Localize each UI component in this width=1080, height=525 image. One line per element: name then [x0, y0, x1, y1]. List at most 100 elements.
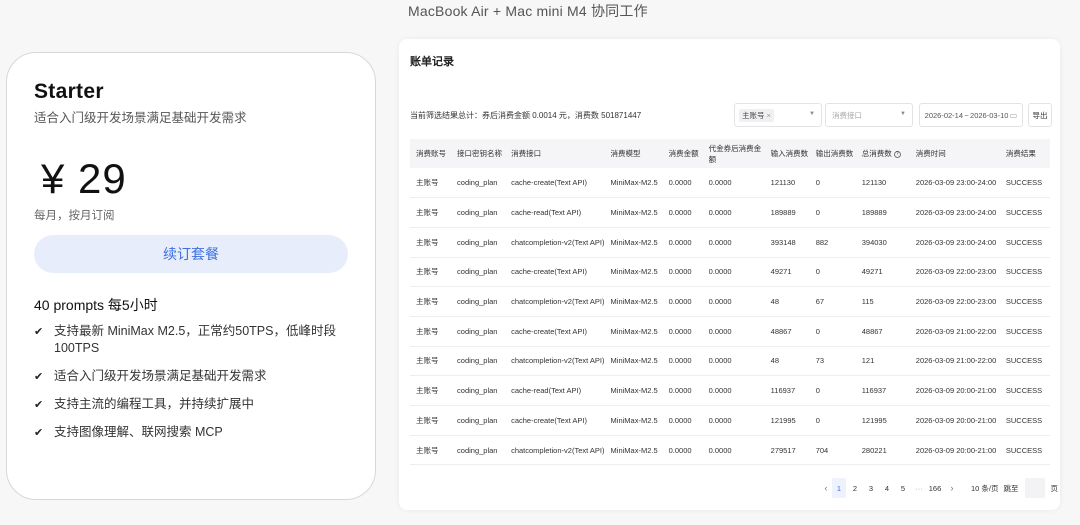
table-cell: 704 — [809, 435, 856, 466]
table-cell: 2026-03-09 23:00-24:00 — [909, 168, 1000, 199]
table-row: 主账号 coding_plan chatcompletion-v2(Text API… — [410, 286, 1050, 317]
table-cell: 280221 — [855, 435, 910, 466]
column-header-label: 代金券后消费金额 — [708, 143, 762, 164]
table-cell: 0 — [809, 168, 856, 199]
table-cell: cache-create(Text API) — [505, 405, 605, 436]
table-cell: MiniMax-M2.5 — [604, 435, 663, 466]
column-header: 消费模型 — [604, 139, 663, 168]
column-header-label: 消费结果 — [1005, 149, 1036, 158]
column-header: 输出消费数 — [809, 139, 856, 168]
table-cell: 0 — [809, 316, 856, 347]
table-cell: 2026-03-09 23:00-24:00 — [909, 197, 1000, 228]
table-cell: coding_plan — [451, 375, 506, 406]
date-end: 2026-03-10 — [970, 110, 1009, 120]
table-cell: 393148 — [764, 227, 810, 258]
table-cell: SUCCESS — [999, 375, 1050, 406]
table-cell: 0.0000 — [662, 375, 703, 406]
table-cell: 48867 — [855, 316, 910, 347]
column-header-label: 消费金额 — [668, 149, 699, 158]
table-cell: 279517 — [764, 435, 810, 466]
table-cell: coding_plan — [451, 257, 506, 288]
export-button[interactable]: 导出 — [1028, 103, 1052, 127]
feature-text: 适合入门级开发场景满足基础开发需求 — [54, 369, 267, 383]
table-cell: 0 — [809, 197, 856, 228]
table-cell: 121130 — [764, 168, 810, 199]
pagination: ‹ 1 2 3 4 5 ··· 166 › 10 条/页 跳至 页 — [820, 477, 1058, 499]
billing-summary: 当前筛选结果总计：券后消费金额 0.0014 元，消费数 501871447 — [410, 111, 642, 120]
page-button-2[interactable]: 2 — [848, 478, 862, 498]
table-cell: 主账号 — [410, 286, 452, 317]
table-cell: 0.0000 — [662, 227, 703, 258]
chevron-down-icon: ▼ — [809, 111, 815, 117]
table-cell: 0.0000 — [702, 227, 765, 258]
api-filter[interactable]: 消费接口 ▼ — [825, 103, 913, 127]
date-range-picker[interactable]: 2026-02-14 ~ 2026-03-10 ▭ — [919, 103, 1023, 127]
page-button-1[interactable]: 1 — [832, 478, 846, 498]
table-cell: cache-create(Text API) — [505, 316, 605, 347]
table-row: 主账号 coding_plan cache-create(Text API) Mini… — [410, 316, 1050, 347]
column-header-label: 消费模型 — [610, 149, 641, 158]
table-row: 主账号 coding_plan chatcompletion-v2(Text API… — [410, 346, 1050, 377]
column-header-label: 输出消费数 — [815, 149, 854, 158]
next-page-button[interactable]: › — [946, 483, 958, 493]
page-button-3[interactable]: 3 — [864, 478, 878, 498]
table-cell: SUCCESS — [999, 405, 1050, 436]
table-row: 主账号 coding_plan chatcompletion-v2(Text API… — [410, 227, 1050, 258]
table-cell: SUCCESS — [999, 286, 1050, 317]
table-cell: MiniMax-M2.5 — [604, 346, 663, 377]
table-cell: 189889 — [764, 197, 810, 228]
table-cell: 0.0000 — [702, 405, 765, 436]
table-cell: 49271 — [764, 257, 810, 288]
table-row: 主账号 coding_plan cache-read(Text API) MiniMa… — [410, 375, 1050, 406]
table-cell: MiniMax-M2.5 — [604, 316, 663, 347]
close-icon[interactable]: × — [767, 111, 771, 120]
table-cell: 0.0000 — [702, 286, 765, 317]
renew-plan-button[interactable]: 续订套餐 — [34, 235, 348, 273]
table-cell: 2026-03-09 21:00-22:00 — [909, 346, 1000, 377]
feature-text: 支持主流的编程工具，并持续扩展中 — [54, 397, 255, 411]
plan-price: ¥ 29 — [41, 155, 127, 202]
table-cell: 121130 — [855, 168, 910, 199]
feature-text: 支持最新 MiniMax M2.5，正常约50TPS，低峰时段100TPS — [54, 324, 336, 355]
column-header: 输入消费数 — [764, 139, 810, 168]
table-cell: SUCCESS — [999, 346, 1050, 377]
table-cell: 121995 — [764, 405, 810, 436]
table-cell: 0 — [809, 375, 856, 406]
table-cell: MiniMax-M2.5 — [604, 227, 663, 258]
billing-panel: 账单记录 当前筛选结果总计：券后消费金额 0.0014 元，消费数 501871… — [399, 39, 1060, 510]
check-icon: ✔ — [34, 399, 44, 411]
check-icon: ✔ — [34, 427, 44, 439]
chevron-down-icon: ▼ — [900, 111, 906, 117]
jump-page-input[interactable] — [1024, 478, 1045, 498]
account-filter[interactable]: 主账号 × ▼ — [734, 103, 822, 127]
table-cell: coding_plan — [451, 435, 506, 466]
table-header-row: 消费账号 接口密钥名称 消费接口 消费模型 消费金额 代金券后消费金额 输入消费数 输出消费数… — [410, 139, 1050, 168]
table-cell: 116937 — [855, 375, 910, 406]
table-cell: coding_plan — [451, 227, 506, 258]
table-cell: 2026-03-09 20:00-21:00 — [909, 435, 1000, 466]
table-cell: MiniMax-M2.5 — [604, 257, 663, 288]
table-cell: 0.0000 — [702, 435, 765, 466]
table-cell: 主账号 — [410, 405, 452, 436]
page-size-select[interactable]: 10 条/页 — [968, 478, 1002, 498]
page-button-5[interactable]: 5 — [896, 478, 910, 498]
check-icon: ✔ — [34, 326, 44, 338]
billing-title: 账单记录 — [410, 56, 454, 68]
page-button-4[interactable]: 4 — [880, 478, 894, 498]
page-ellipsis[interactable]: ··· — [912, 484, 926, 493]
page-button-last[interactable]: 166 — [926, 478, 944, 498]
table-cell: 0.0000 — [702, 168, 765, 199]
plan-description: 适合入门级开发场景满足基础开发需求 — [34, 111, 247, 125]
table-cell: 67 — [809, 286, 856, 317]
table-cell: coding_plan — [451, 316, 506, 347]
table-cell: coding_plan — [451, 405, 506, 436]
table-cell: 0.0000 — [662, 286, 703, 317]
help-circle-icon[interactable]: ? — [893, 150, 901, 158]
plan-quota: 40 prompts 每5小时 — [34, 297, 158, 313]
prev-page-button[interactable]: ‹ — [820, 483, 832, 493]
table-cell: 48 — [764, 346, 810, 377]
calendar-icon: ▭ — [1009, 110, 1018, 120]
table-cell: coding_plan — [451, 346, 506, 377]
table-cell: SUCCESS — [999, 257, 1050, 288]
table-cell: 0 — [809, 257, 856, 288]
